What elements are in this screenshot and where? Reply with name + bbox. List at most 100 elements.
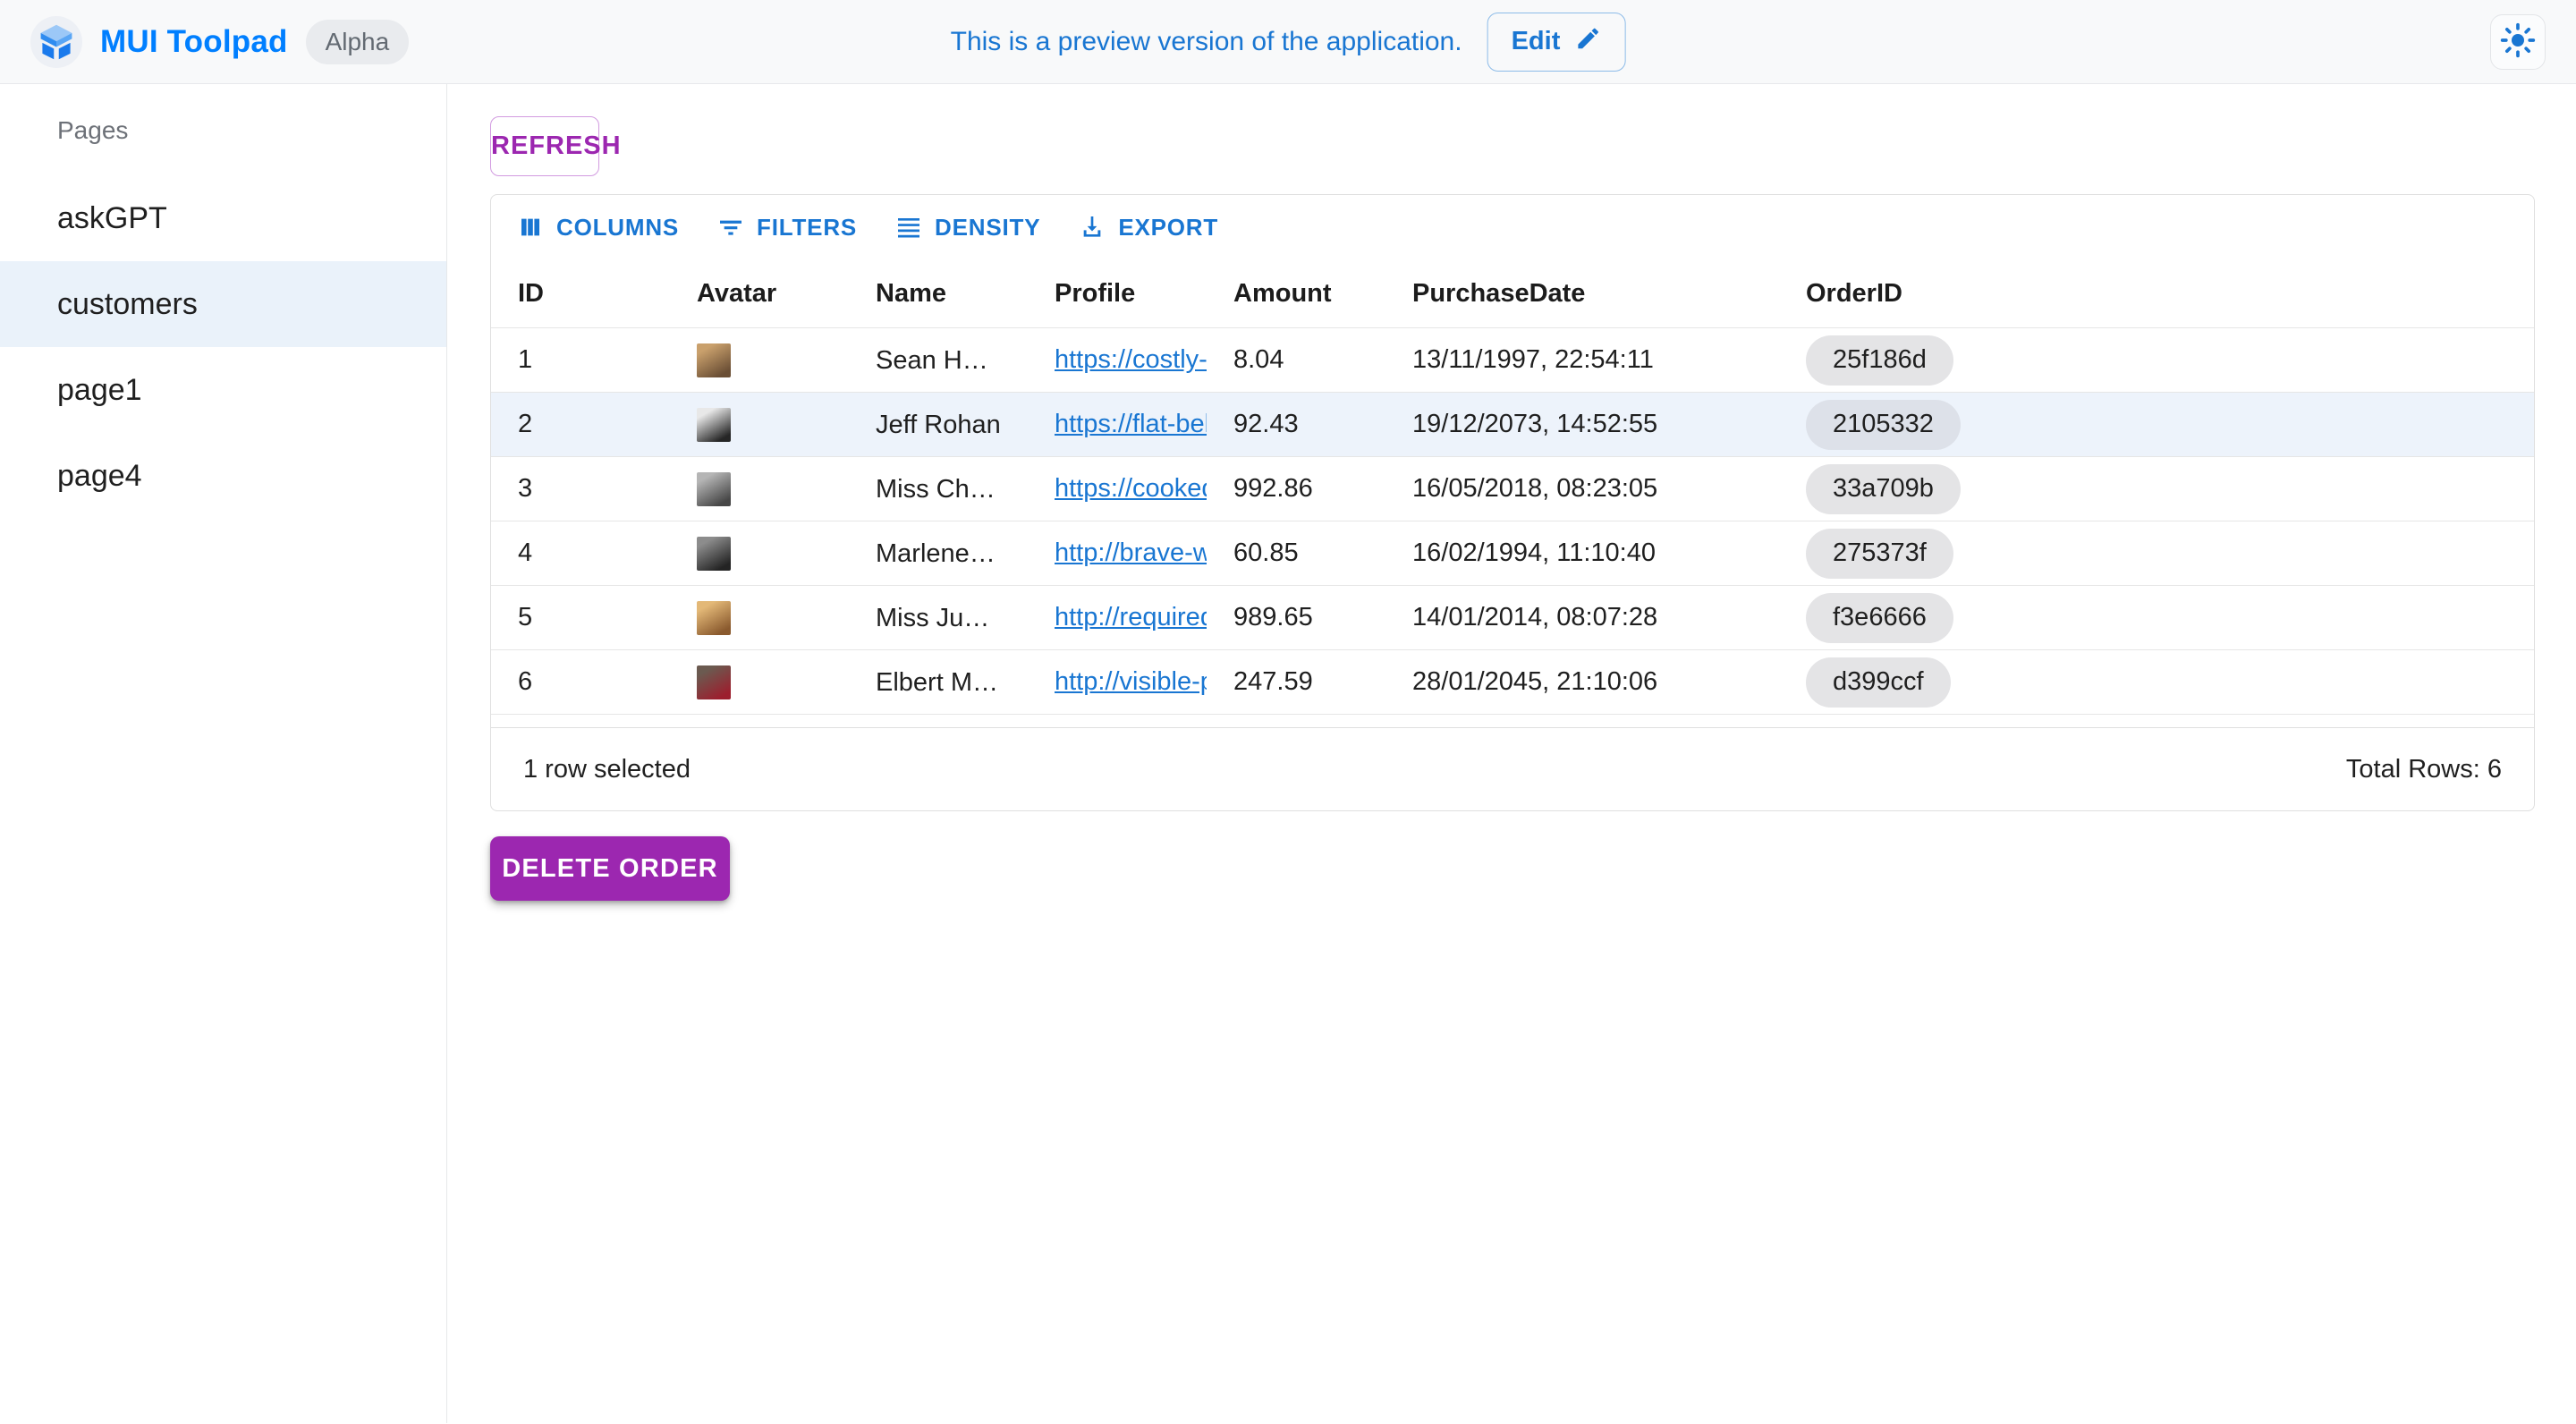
cell-purchase-date: 19/12/2073, 14:52:55	[1385, 410, 1779, 439]
delete-order-button[interactable]: DELETE ORDER	[490, 836, 730, 901]
cell-profile: http://required	[1028, 603, 1207, 632]
cell-avatar	[670, 665, 849, 699]
avatar	[697, 537, 731, 571]
sun-icon	[2500, 22, 2536, 61]
table-row[interactable]: 2 Jeff Rohan https://flat-bel92.4319/12/20…	[491, 392, 2534, 456]
table-row[interactable]: 5 Miss Juan … http://required989.6514/01/2…	[491, 585, 2534, 649]
cell-order-id: 33a709b	[1779, 464, 2534, 514]
column-header-purchasedate[interactable]: PurchaseDate	[1385, 279, 1779, 309]
cell-profile: https://flat-bel	[1028, 410, 1207, 439]
toolbar-button-label: FILTERS	[757, 214, 857, 242]
cell-amount: 989.65	[1207, 603, 1385, 632]
avatar	[697, 408, 731, 442]
avatar	[697, 601, 731, 635]
cell-name: Miss Juan …	[849, 586, 1028, 650]
table-row[interactable]: 1Sean Harrishttps://costly-p8.0413/11/19…	[491, 327, 2534, 392]
cell-amount: 60.85	[1207, 538, 1385, 568]
profile-link[interactable]: https://flat-bel	[1055, 410, 1207, 439]
pages-section-label: Pages	[0, 116, 446, 145]
refresh-button[interactable]: REFRESH	[490, 116, 599, 176]
column-header-avatar[interactable]: Avatar	[670, 279, 849, 309]
cell-order-id: f3e6666	[1779, 593, 2534, 643]
cell-name: Sean Harris	[849, 328, 1028, 393]
edit-button[interactable]: Edit	[1487, 13, 1626, 72]
avatar	[697, 343, 731, 377]
edit-button-label: Edit	[1512, 27, 1561, 56]
cell-avatar	[670, 343, 849, 377]
cell-name: Miss Chris…	[849, 457, 1028, 521]
sidebar-item-page4[interactable]: page4	[0, 433, 446, 519]
cell-order-id: d399ccf	[1779, 657, 2534, 708]
column-header-name[interactable]: Name	[849, 259, 1028, 327]
toolpad-logo-icon	[30, 16, 82, 68]
profile-link[interactable]: http://required	[1055, 603, 1207, 632]
order-id-chip[interactable]: d399ccf	[1806, 657, 1951, 708]
density-icon	[894, 213, 923, 242]
toolbar-button-label: EXPORT	[1118, 214, 1218, 242]
cell-name: Jeff Rohan	[849, 393, 1028, 457]
cell-amount: 92.43	[1207, 410, 1385, 439]
order-id-chip[interactable]: f3e6666	[1806, 593, 1953, 643]
profile-link[interactable]: https://costly-p	[1055, 345, 1207, 375]
brand: MUI Toolpad Alpha	[30, 16, 409, 68]
grid-footer: 1 row selected Total Rows: 6	[491, 728, 2534, 810]
order-id-chip[interactable]: 2105332	[1806, 400, 1961, 450]
column-header-amount[interactable]: Amount	[1207, 279, 1385, 309]
data-grid: COLUMNS FILTERS DENSITY EXPORT IDAvatarName…	[490, 194, 2535, 811]
cell-purchase-date: 16/05/2018, 08:23:05	[1385, 474, 1779, 504]
columns-button[interactable]: COLUMNS	[502, 204, 693, 250]
column-header-orderid[interactable]: OrderID	[1779, 279, 2534, 309]
column-header-profile[interactable]: Profile	[1028, 279, 1207, 309]
profile-link[interactable]: http://brave-wo	[1055, 538, 1207, 568]
sidebar-item-customers[interactable]: customers	[0, 261, 446, 347]
cell-order-id: 25f186d	[1779, 335, 2534, 386]
sidebar: Pages askGPTcustomerspage1page4	[0, 84, 447, 1423]
table-row[interactable]: 3Miss Chris…https://cooked992.8616/05/20…	[491, 456, 2534, 521]
cell-id: 6	[491, 667, 670, 697]
grid-rows: 1Sean Harrishttps://costly-p8.0413/11/19…	[491, 327, 2534, 714]
cell-avatar	[670, 472, 849, 506]
theme-toggle-button[interactable]	[2490, 14, 2546, 70]
profile-link[interactable]: http://visible-p	[1055, 667, 1207, 697]
selection-status: 1 row selected	[523, 755, 691, 784]
cell-profile: http://visible-p	[1028, 667, 1207, 697]
order-id-chip[interactable]: 275373f	[1806, 529, 1953, 579]
filters-button[interactable]: FILTERS	[702, 204, 871, 250]
export-icon	[1078, 213, 1106, 242]
cell-profile: https://costly-p	[1028, 345, 1207, 375]
cell-avatar	[670, 601, 849, 635]
avatar	[697, 472, 731, 506]
app-title: MUI Toolpad	[100, 24, 288, 60]
preview-message: This is a preview version of the applica…	[951, 27, 1462, 57]
export-button[interactable]: EXPORT	[1063, 204, 1233, 250]
toolbar-button-label: DENSITY	[935, 214, 1040, 242]
table-row[interactable]: 4 Marlene M… http://brave-wo60.8516/02/199…	[491, 521, 2534, 585]
cell-id: 2	[491, 410, 670, 439]
cell-purchase-date: 16/02/1994, 11:10:40	[1385, 538, 1779, 568]
table-row[interactable]: 6Elbert McL…http://visible-p247.5928/01/…	[491, 649, 2534, 714]
cell-id: 5	[491, 603, 670, 632]
preview-banner: This is a preview version of the applica…	[951, 13, 1626, 72]
main-content: REFRESH COLUMNS FILTERS DENSITY EXPORT IDAv…	[447, 84, 2576, 1423]
sidebar-item-page1[interactable]: page1	[0, 347, 446, 433]
cell-purchase-date: 14/01/2014, 08:07:28	[1385, 603, 1779, 632]
total-rows: Total Rows: 6	[2346, 755, 2502, 784]
horizontal-scrollbar[interactable]	[491, 714, 2534, 728]
avatar	[697, 665, 731, 699]
pencil-icon	[1574, 25, 1601, 59]
filter-icon	[716, 213, 745, 242]
toolbar-button-label: COLUMNS	[556, 214, 679, 242]
sidebar-item-askgpt[interactable]: askGPT	[0, 175, 446, 261]
cell-id: 4	[491, 538, 670, 568]
cell-id: 1	[491, 345, 670, 375]
density-button[interactable]: DENSITY	[880, 204, 1055, 250]
order-id-chip[interactable]: 25f186d	[1806, 335, 1953, 386]
sidebar-nav: askGPTcustomerspage1page4	[0, 175, 446, 519]
cell-purchase-date: 28/01/2045, 21:10:06	[1385, 667, 1779, 697]
cell-name: Marlene M…	[849, 521, 1028, 586]
app-bar: MUI Toolpad Alpha This is a preview vers…	[0, 0, 2576, 84]
profile-link[interactable]: https://cooked	[1055, 474, 1207, 504]
column-header-id[interactable]: ID	[491, 279, 670, 309]
order-id-chip[interactable]: 33a709b	[1806, 464, 1961, 514]
grid-toolbar: COLUMNS FILTERS DENSITY EXPORT	[491, 195, 2534, 259]
